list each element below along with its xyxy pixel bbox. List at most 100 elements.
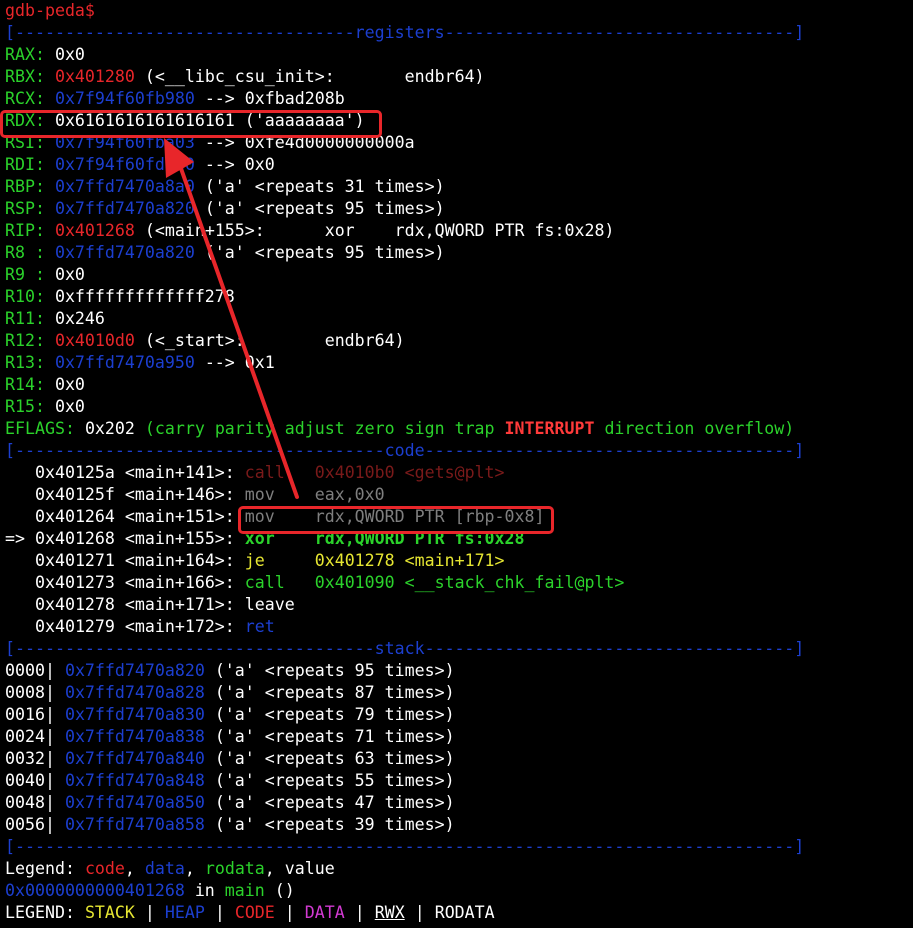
code-operands: 0x401278 <main+171> xyxy=(314,551,505,570)
register-row: R14: 0x0 xyxy=(5,374,910,396)
stack-value: ('a' <repeats 95 times>) xyxy=(204,661,455,680)
register-name: R15: xyxy=(5,397,55,416)
code-mnemonic: leave xyxy=(244,595,295,614)
legend2-stack: STACK xyxy=(84,903,135,922)
legend-rodata: rodata xyxy=(204,859,265,878)
legend2-bar: | xyxy=(344,903,375,922)
register-value: 0x401268 xyxy=(54,221,135,240)
stack-list: 0000| 0x7ffd7470a820 ('a' <repeats 95 ti… xyxy=(5,660,910,836)
code-address: 0x401268 <main+155>: xyxy=(34,529,245,548)
stack-offset: 0048| xyxy=(5,793,65,812)
code-marker xyxy=(5,551,35,570)
code-mnemonic: call xyxy=(244,573,315,592)
register-deref: (<_start>: endbr64) xyxy=(134,331,405,350)
register-name: R11: xyxy=(5,309,55,328)
register-deref: --> 0xfbad208b xyxy=(194,89,345,108)
register-name: RIP: xyxy=(5,221,55,240)
stack-row: 0024| 0x7ffd7470a838 ('a' <repeats 71 ti… xyxy=(5,726,910,748)
register-row: RIP: 0x401268 (<main+155>: xor rdx,QWORD… xyxy=(5,220,910,242)
stack-offset: 0032| xyxy=(5,749,65,768)
register-row: RSP: 0x7ffd7470a820 ('a' <repeats 95 tim… xyxy=(5,198,910,220)
register-deref: (<main+155>: xor rdx,QWORD PTR fs:0x28) xyxy=(134,221,615,240)
legend-sep: , xyxy=(184,859,205,878)
register-row: RDI: 0x7f94f60fd4d0 --> 0x0 xyxy=(5,154,910,176)
register-row: R12: 0x4010d0 (<_start>: endbr64) xyxy=(5,330,910,352)
mov-highlight-box xyxy=(238,506,554,534)
code-operands: 0x401090 <__stack_chk_fail@plt> xyxy=(314,573,625,592)
register-deref: ('a' <repeats 95 times>) xyxy=(194,199,445,218)
legend2-bar: | xyxy=(134,903,165,922)
stack-offset: 0000| xyxy=(5,661,65,680)
eflags-value: 0x202 xyxy=(84,419,135,438)
legend2-code: CODE xyxy=(234,903,275,922)
stack-value: ('a' <repeats 87 times>) xyxy=(204,683,455,702)
register-value: 0x7ffd7470a820 xyxy=(54,199,195,218)
code-address: 0x401264 <main+151>: xyxy=(34,507,245,526)
stack-address: 0x7ffd7470a820 xyxy=(64,661,205,680)
stack-offset: 0016| xyxy=(5,705,65,724)
terminal[interactable]: gdb-peda$ [-----------------------------… xyxy=(5,0,910,924)
code-row: 0x401271 <main+164>: je 0x401278 <main+1… xyxy=(5,550,910,572)
eflags-flags-close: direction overflow) xyxy=(594,419,795,438)
code-row: 0x401278 <main+171>: leave xyxy=(5,594,910,616)
register-deref: ('a' <repeats 31 times>) xyxy=(194,177,445,196)
register-value: 0xfffffffffffff278 xyxy=(54,287,235,306)
stack-address: 0x7ffd7470a848 xyxy=(64,771,205,790)
stack-address: 0x7ffd7470a828 xyxy=(64,683,205,702)
registers-list: RAX: 0x0 RBX: 0x401280 (<__libc_csu_init>… xyxy=(5,44,910,418)
legend2-label: LEGEND: xyxy=(5,903,85,922)
end-separator: [---------------------------------------… xyxy=(5,837,805,856)
register-row: RBX: 0x401280 (<__libc_csu_init>: endbr6… xyxy=(5,66,910,88)
register-row: RCX: 0x7f94f60fb980 --> 0xfbad208b xyxy=(5,88,910,110)
stack-row: 0008| 0x7ffd7470a828 ('a' <repeats 87 ti… xyxy=(5,682,910,704)
legend-line: Legend: code, data, rodata, value xyxy=(5,858,910,880)
stack-row: 0000| 0x7ffd7470a820 ('a' <repeats 95 ti… xyxy=(5,660,910,682)
code-list: 0x40125a <main+141>: call 0x4010b0 <gets… xyxy=(5,462,910,638)
register-value: 0x7ffd7470a8a0 xyxy=(54,177,195,196)
stack-offset: 0008| xyxy=(5,683,65,702)
code-mnemonic: call xyxy=(244,463,315,482)
legend-value: value xyxy=(284,859,335,878)
register-value: 0x401280 xyxy=(54,67,135,86)
eflags-line: EFLAGS: 0x202 (carry parity adjust zero … xyxy=(5,418,910,440)
code-marker: => xyxy=(5,529,35,548)
stack-address: 0x7ffd7470a840 xyxy=(64,749,205,768)
register-value: 0x246 xyxy=(54,309,105,328)
location-function: main xyxy=(224,881,265,900)
stack-row: 0040| 0x7ffd7470a848 ('a' <repeats 55 ti… xyxy=(5,770,910,792)
legend2-rwx: RWX xyxy=(374,903,405,922)
location-in: in xyxy=(184,881,225,900)
legend2-bar: | xyxy=(204,903,235,922)
code-row: 0x401279 <main+172>: ret xyxy=(5,616,910,638)
register-value: 0x4010d0 xyxy=(54,331,135,350)
register-name: RBX: xyxy=(5,67,55,86)
code-address: 0x401278 <main+171>: xyxy=(34,595,245,614)
legend-sep: , xyxy=(124,859,145,878)
register-name: R13: xyxy=(5,353,55,372)
register-row: R8 : 0x7ffd7470a820 ('a' <repeats 95 tim… xyxy=(5,242,910,264)
stack-offset: 0040| xyxy=(5,771,65,790)
stack-address: 0x7ffd7470a838 xyxy=(64,727,205,746)
register-row: R10: 0xfffffffffffff278 xyxy=(5,286,910,308)
code-marker xyxy=(5,595,35,614)
location-address: 0x0000000000401268 xyxy=(5,881,185,900)
code-marker xyxy=(5,573,35,592)
code-row: 0x401273 <main+166>: call 0x401090 <__st… xyxy=(5,572,910,594)
legend2-bar: | xyxy=(404,903,435,922)
register-value: 0x7ffd7470a950 xyxy=(54,353,195,372)
eflags-interrupt: INTERRUPT xyxy=(504,419,595,438)
register-name: R10: xyxy=(5,287,55,306)
code-operands: 0x4010b0 <gets@plt> xyxy=(314,463,505,482)
code-marker xyxy=(5,507,35,526)
stack-offset: 0024| xyxy=(5,727,65,746)
code-address: 0x40125f <main+146>: xyxy=(34,485,245,504)
eflags-flags-open: (carry parity adjust zero sign trap xyxy=(134,419,505,438)
register-deref: --> 0x0 xyxy=(194,155,275,174)
stack-row: 0016| 0x7ffd7470a830 ('a' <repeats 79 ti… xyxy=(5,704,910,726)
location-line: 0x0000000000401268 in main () xyxy=(5,880,910,902)
stack-value: ('a' <repeats 71 times>) xyxy=(204,727,455,746)
register-row: R11: 0x246 xyxy=(5,308,910,330)
code-address: 0x401273 <main+166>: xyxy=(34,573,245,592)
register-name: R8 : xyxy=(5,243,55,262)
code-row: 0x40125f <main+146>: mov eax,0x0 xyxy=(5,484,910,506)
